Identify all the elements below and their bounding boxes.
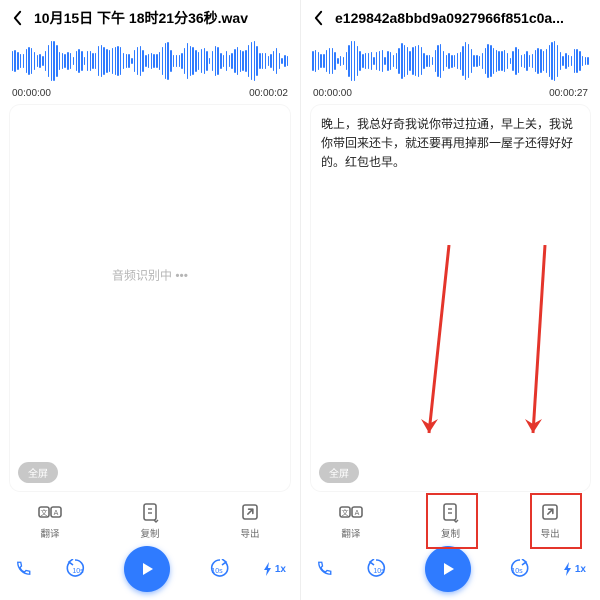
rewind-10s-button[interactable]: 10s — [364, 559, 394, 579]
file-title: 10月15日 下午 18时21分36秒.wav — [26, 8, 292, 28]
back-button[interactable] — [309, 10, 327, 26]
waveform[interactable] — [0, 36, 300, 86]
play-icon — [138, 560, 156, 578]
export-label: 导出 — [240, 526, 259, 540]
call-button[interactable] — [315, 560, 333, 578]
svg-text:文: 文 — [341, 508, 348, 517]
transcript-text: 晚上，我总好奇我说你带过拉通，早上关，我说你带回来还卡，就还要再甩掉那一屋子还得… — [321, 115, 580, 173]
translate-icon: 文A — [36, 501, 64, 523]
chevron-left-icon — [313, 10, 324, 26]
svg-text:10s: 10s — [73, 568, 85, 575]
export-button[interactable]: 导出 — [536, 501, 564, 540]
call-button[interactable] — [14, 560, 32, 578]
rewind-icon: 10s — [63, 559, 93, 579]
phone-icon — [315, 560, 333, 578]
annotation-arrow-copy — [415, 245, 455, 455]
translate-button[interactable]: 文A 翻译 — [337, 501, 365, 540]
speed-label: 1x — [275, 564, 286, 575]
header: 10月15日 下午 18时21分36秒.wav — [0, 0, 300, 36]
svg-text:10s: 10s — [511, 568, 523, 575]
annotation-arrow-export — [515, 245, 555, 455]
recognizing-placeholder: 音频识别中 ••• — [112, 266, 188, 283]
forward-10s-button[interactable]: 10s — [502, 559, 532, 579]
translate-icon: 文A — [337, 501, 365, 523]
rewind-icon: 10s — [364, 559, 394, 579]
export-button[interactable]: 导出 — [236, 501, 264, 540]
rewind-10s-button[interactable]: 10s — [63, 559, 93, 579]
copy-label: 复制 — [140, 526, 159, 540]
speed-label: 1x — [575, 564, 586, 575]
bolt-icon — [263, 562, 273, 576]
chevron-left-icon — [12, 10, 23, 26]
export-icon — [236, 501, 264, 523]
time-end: 00:00:27 — [549, 88, 588, 99]
svg-text:A: A — [54, 510, 59, 517]
translate-button[interactable]: 文A 翻译 — [36, 501, 64, 540]
bolt-icon — [563, 562, 573, 576]
copy-button[interactable]: 复制 — [136, 501, 164, 540]
play-button[interactable] — [124, 546, 170, 592]
toolbar: 文A 翻译 复制 导出 — [0, 497, 300, 544]
right-pane: e129842a8bbd9a0927966f851c0a... 00:00:00… — [300, 0, 600, 600]
toolbar: 文A 翻译 复制 导出 — [301, 497, 600, 544]
time-start: 00:00:00 — [313, 88, 352, 99]
svg-text:A: A — [354, 510, 359, 517]
play-icon — [439, 560, 457, 578]
back-button[interactable] — [8, 10, 26, 26]
svg-text:10s: 10s — [211, 568, 223, 575]
forward-10s-button[interactable]: 10s — [202, 559, 232, 579]
svg-text:文: 文 — [41, 508, 48, 517]
time-start: 00:00:00 — [12, 88, 51, 99]
header: e129842a8bbd9a0927966f851c0a... — [301, 0, 600, 36]
fullscreen-button[interactable]: 全屏 — [319, 462, 359, 483]
svg-text:10s: 10s — [373, 568, 385, 575]
annotation-highlight-copy — [426, 493, 478, 549]
translate-label: 翻译 — [341, 526, 360, 540]
annotation-highlight-export — [530, 493, 582, 549]
transcript-panel: 晚上，我总好奇我说你带过拉通，早上关，我说你带回来还卡，就还要再甩掉那一屋子还得… — [311, 105, 590, 491]
file-title: e129842a8bbd9a0927966f851c0a... — [327, 10, 592, 26]
play-button[interactable] — [425, 546, 471, 592]
transcript-panel: 音频识别中 ••• 全屏 — [10, 105, 290, 491]
forward-icon: 10s — [202, 559, 232, 579]
speed-button[interactable]: 1x — [263, 562, 286, 576]
copy-icon — [136, 501, 164, 523]
time-readout: 00:00:00 00:00:27 — [301, 86, 600, 105]
translate-label: 翻译 — [40, 526, 59, 540]
time-readout: 00:00:00 00:00:02 — [0, 86, 300, 105]
copy-button[interactable]: 复制 — [436, 501, 464, 540]
waveform[interactable] — [301, 36, 600, 86]
speed-button[interactable]: 1x — [563, 562, 586, 576]
playbar: 10s 10s 1x — [0, 544, 300, 600]
phone-icon — [14, 560, 32, 578]
playbar: 10s 10s 1x — [301, 544, 600, 600]
fullscreen-button[interactable]: 全屏 — [18, 462, 58, 483]
left-pane: 10月15日 下午 18时21分36秒.wav 00:00:00 00:00:0… — [0, 0, 300, 600]
time-end: 00:00:02 — [249, 88, 288, 99]
forward-icon: 10s — [502, 559, 532, 579]
